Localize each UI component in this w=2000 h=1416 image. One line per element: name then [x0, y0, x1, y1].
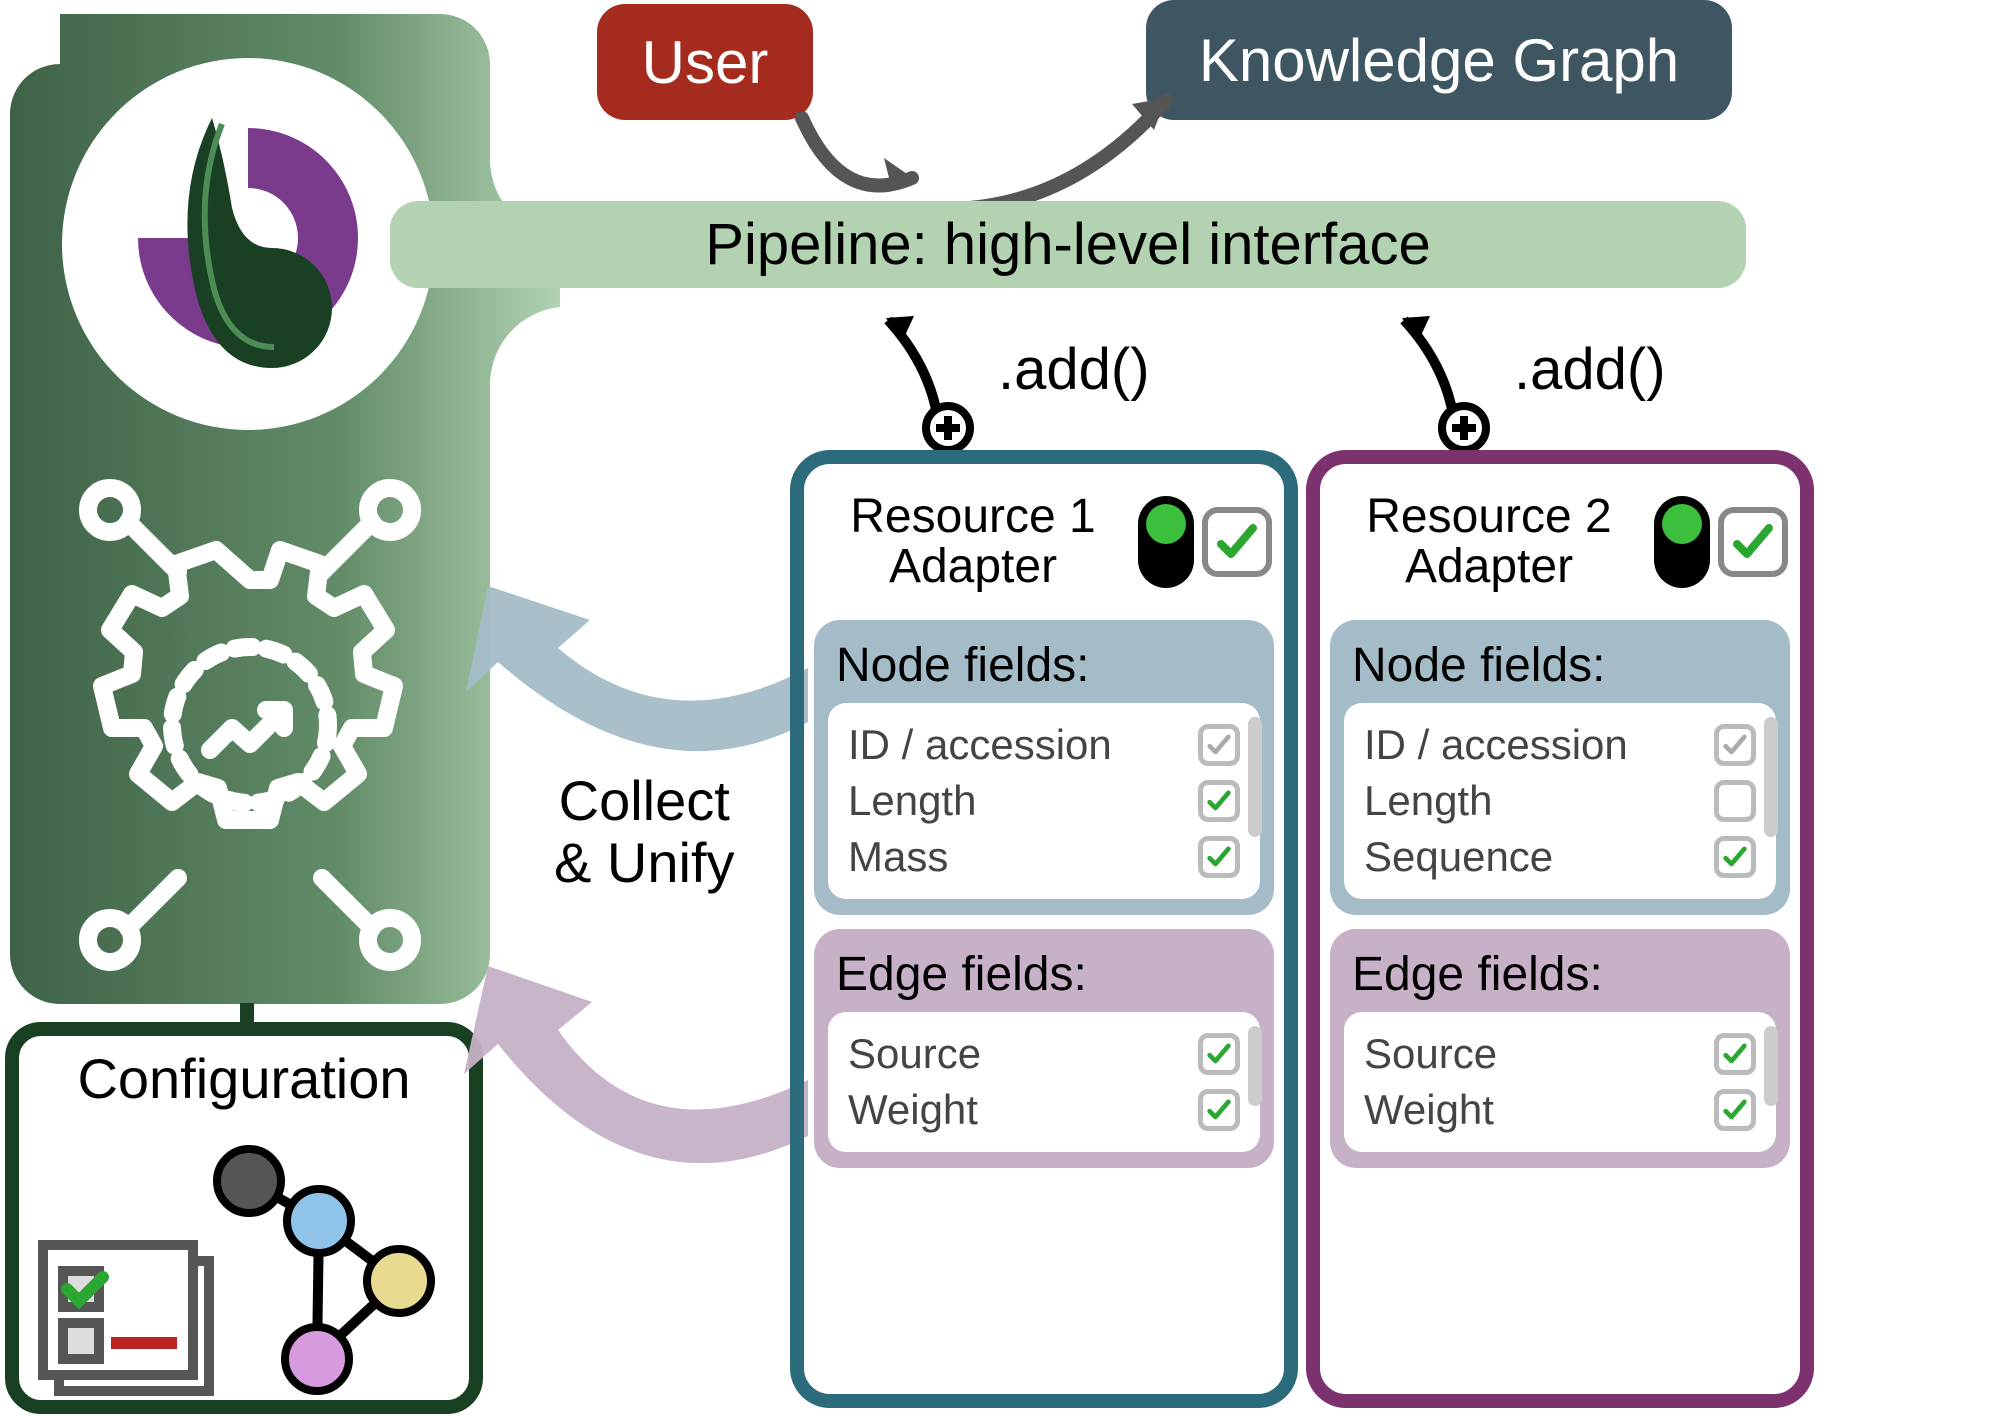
list-item: ID / accession	[842, 717, 1246, 773]
configuration-title: Configuration	[19, 1046, 469, 1111]
scrollbar-thumb[interactable]	[1248, 717, 1262, 837]
configuration-panel: Configuration	[5, 1022, 483, 1414]
field-label: ID / accession	[1364, 721, 1628, 769]
add-label-2: .add()	[1514, 336, 1666, 403]
list-item: Weight	[1358, 1082, 1762, 1138]
arrow-node-to-gear	[458, 582, 818, 802]
list-item: Source	[1358, 1026, 1762, 1082]
configuration-graph-icon	[19, 1111, 469, 1411]
scrollbar-thumb[interactable]	[1764, 717, 1778, 837]
resource-1-adapter-panel: Resource 1 Adapter Node fields: ID / acc…	[790, 450, 1298, 1408]
list-item: Source	[842, 1026, 1246, 1082]
arrow-pipeline-to-kg	[960, 80, 1190, 220]
field-label: Length	[848, 777, 976, 825]
adapter-1-title: Resource 1 Adapter	[816, 492, 1130, 593]
adapter-2-edge-body: Source Weight	[1344, 1012, 1776, 1152]
add-label-1: .add()	[998, 336, 1150, 403]
adapter-2-node-body: ID / accession Length Sequence	[1344, 703, 1776, 899]
field-label: Source	[1364, 1030, 1497, 1078]
arrow-add-2	[1392, 302, 1512, 452]
field-checkbox[interactable]	[1198, 836, 1240, 878]
list-item: Mass	[842, 829, 1246, 885]
adapter-1-edge-body: Source Weight	[828, 1012, 1260, 1152]
list-item: Sequence	[1358, 829, 1762, 885]
adapter-1-node-body: ID / accession Length Mass	[828, 703, 1260, 899]
field-label: Weight	[848, 1086, 978, 1134]
field-checkbox[interactable]	[1714, 780, 1756, 822]
list-item: Length	[842, 773, 1246, 829]
field-checkbox[interactable]	[1198, 1033, 1240, 1075]
field-checkbox[interactable]	[1198, 780, 1240, 822]
field-checkbox[interactable]	[1714, 724, 1756, 766]
pipeline-label: Pipeline: high-level interface	[705, 211, 1430, 278]
field-label: Weight	[1364, 1086, 1494, 1134]
field-label: ID / accession	[848, 721, 1112, 769]
field-checkbox[interactable]	[1198, 1089, 1240, 1131]
list-item: ID / accession	[1358, 717, 1762, 773]
adapter-2-title-line1: Resource 2	[1332, 492, 1646, 542]
field-checkbox[interactable]	[1714, 836, 1756, 878]
processing-gear-icon	[50, 470, 450, 980]
adapter-1-title-line1: Resource 1	[816, 492, 1130, 542]
field-checkbox[interactable]	[1714, 1033, 1756, 1075]
logo-background	[62, 58, 434, 430]
list-item: Weight	[842, 1082, 1246, 1138]
adapter-2-enable-check[interactable]	[1718, 507, 1788, 577]
field-checkbox[interactable]	[1714, 1089, 1756, 1131]
resource-2-adapter-panel: Resource 2 Adapter Node fields: ID / acc…	[1306, 450, 1814, 1408]
scrollbar-thumb[interactable]	[1248, 1026, 1262, 1106]
adapter-2-edge-section: Edge fields: Source Weight	[1330, 929, 1790, 1168]
user-box: User	[597, 4, 813, 120]
adapter-2-title: Resource 2 Adapter	[1332, 492, 1646, 593]
biocypher-logo-icon	[62, 58, 434, 430]
adapter-2-header: Resource 2 Adapter	[1320, 464, 1800, 620]
list-item: Length	[1358, 773, 1762, 829]
field-checkbox[interactable]	[1198, 724, 1240, 766]
field-label: Length	[1364, 777, 1492, 825]
adapter-1-toggle[interactable]	[1138, 496, 1194, 588]
adapter-2-title-line2: Adapter	[1332, 542, 1646, 592]
field-label: Mass	[848, 833, 948, 881]
knowledge-graph-label: Knowledge Graph	[1199, 26, 1679, 95]
knowledge-graph-box: Knowledge Graph	[1146, 0, 1732, 120]
adapter-1-node-section: Node fields: ID / accession Length Mass	[814, 620, 1274, 915]
pipeline-bar: Pipeline: high-level interface	[390, 201, 1746, 288]
arrow-add-1	[876, 302, 996, 452]
user-label: User	[642, 28, 769, 97]
arrow-edge-to-gear	[458, 960, 818, 1220]
adapter-1-enable-check[interactable]	[1202, 507, 1272, 577]
field-label: Sequence	[1364, 833, 1553, 881]
scrollbar-thumb[interactable]	[1764, 1026, 1778, 1106]
adapter-2-node-section: Node fields: ID / accession Length Seque…	[1330, 620, 1790, 915]
field-label: Source	[848, 1030, 981, 1078]
adapter-1-edge-title: Edge fields:	[836, 947, 1260, 1002]
adapter-2-node-title: Node fields:	[1352, 638, 1776, 693]
collect-line2: & Unify	[554, 832, 735, 894]
adapter-1-edge-section: Edge fields: Source Weight	[814, 929, 1274, 1168]
adapter-1-header: Resource 1 Adapter	[804, 464, 1284, 620]
adapter-2-toggle[interactable]	[1654, 496, 1710, 588]
adapter-1-node-title: Node fields:	[836, 638, 1260, 693]
adapter-2-edge-title: Edge fields:	[1352, 947, 1776, 1002]
adapter-1-title-line2: Adapter	[816, 542, 1130, 592]
